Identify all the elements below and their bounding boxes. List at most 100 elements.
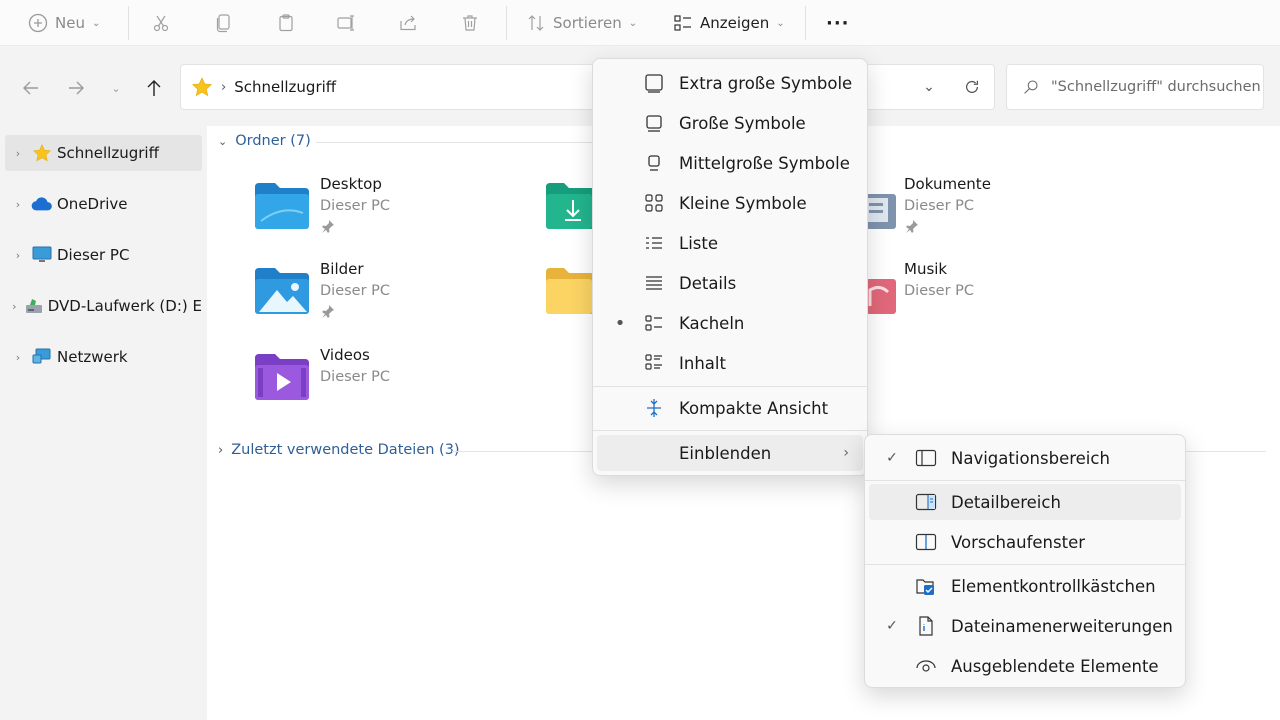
forward-button[interactable] <box>63 76 89 100</box>
refresh-icon <box>965 80 979 93</box>
menu-item-extra-large-icons[interactable]: Extra große Symbole <box>597 65 863 101</box>
sidebar-item-label: Schnellzugriff <box>57 144 159 162</box>
sidebar-item-dieser-pc[interactable]: › Dieser PC <box>5 237 202 273</box>
menu-item-medium-icons[interactable]: Mittelgroße Symbole <box>597 145 863 181</box>
menu-item-label: Elementkontrollkästchen <box>951 576 1156 596</box>
rename-button[interactable] <box>336 8 356 38</box>
new-button[interactable]: Neu ⌄ <box>28 8 100 38</box>
menu-item-label: Einblenden <box>679 443 772 463</box>
menu-item-file-extensions[interactable]: ✓ Dateinamenerweiterungen <box>869 608 1181 644</box>
sidebar-item-dvd-laufwerk[interactable]: › DVD-Laufwerk (D:) E <box>5 288 202 324</box>
folder-tile-bilder[interactable]: Bilder Dieser PC <box>255 260 525 330</box>
menu-item-label: Große Symbole <box>679 113 806 133</box>
sort-button[interactable]: Sortieren ⌄ <box>526 8 637 38</box>
more-options-button[interactable]: ··· <box>826 8 850 38</box>
menu-separator <box>865 564 1185 565</box>
scissors-icon <box>153 15 169 32</box>
group-header-folders[interactable]: ⌄ Ordner (7) <box>218 133 311 149</box>
address-history-button[interactable]: ⌄ <box>916 74 942 100</box>
refresh-button[interactable] <box>959 74 985 100</box>
sidebar-item-schnellzugriff[interactable]: › Schnellzugriff <box>5 135 202 171</box>
network-icon <box>31 347 53 367</box>
small-icons-icon <box>643 192 665 214</box>
search-placeholder: "Schnellzugriff" durchsuchen <box>1051 79 1261 95</box>
menu-item-compact-view[interactable]: Kompakte Ansicht <box>597 390 863 426</box>
chevron-down-icon: ⌄ <box>91 17 101 29</box>
menu-item-details[interactable]: Details <box>597 265 863 301</box>
expand-chevron-icon[interactable]: › <box>5 198 31 211</box>
menu-item-small-icons[interactable]: Kleine Symbole <box>597 185 863 221</box>
menu-item-label: Kompakte Ansicht <box>679 398 829 418</box>
address-bar[interactable]: › Schnellzugriff <box>180 64 995 110</box>
trash-icon <box>463 15 477 31</box>
menu-item-hidden-items[interactable]: Ausgeblendete Elemente <box>869 648 1181 684</box>
content-icon <box>643 352 665 374</box>
group-header-recent[interactable]: › Zuletzt verwendete Dateien (3) <box>218 442 460 458</box>
folder-tile-generic[interactable] <box>546 260 592 330</box>
chevron-down-icon: ⌄ <box>776 17 785 29</box>
breadcrumb-item[interactable]: Schnellzugriff <box>234 78 336 96</box>
menu-item-label: Dateinamenerweiterungen <box>951 616 1173 636</box>
folder-tile-desktop[interactable]: Desktop Dieser PC <box>255 175 525 245</box>
checkmark-icon: ✓ <box>886 450 898 466</box>
folder-tile-videos[interactable]: Videos Dieser PC <box>255 346 525 416</box>
toolbar-divider <box>805 6 806 40</box>
menu-item-list[interactable]: Liste <box>597 225 863 261</box>
view-button-label: Anzeigen <box>700 14 770 32</box>
folder-tile-downloads[interactable] <box>546 175 592 245</box>
menu-item-label: Extra große Symbole <box>679 73 853 93</box>
delete-button[interactable] <box>460 8 480 38</box>
search-input[interactable]: "Schnellzugriff" durchsuchen <box>1006 64 1264 110</box>
sidebar-item-netzwerk[interactable]: › Netzwerk <box>5 339 202 375</box>
compact-view-icon <box>643 397 665 419</box>
folder-name: Videos <box>320 346 370 364</box>
view-button[interactable]: Anzeigen ⌄ <box>673 8 785 38</box>
documents-folder-icon <box>866 194 896 229</box>
star-icon <box>31 143 53 163</box>
share-button[interactable] <box>398 8 418 38</box>
details-icon <box>643 272 665 294</box>
desktop-folder-icon <box>255 183 309 229</box>
list-icon <box>643 232 665 254</box>
arrow-right-icon <box>69 81 84 95</box>
expand-chevron-icon[interactable]: › <box>5 249 31 262</box>
menu-item-preview-pane[interactable]: Vorschaufenster <box>869 524 1181 560</box>
sidebar-item-onedrive[interactable]: › OneDrive <box>5 186 202 222</box>
navigation-pane-icon <box>915 447 937 469</box>
sort-button-label: Sortieren <box>553 14 622 32</box>
menu-item-navigation-pane[interactable]: ✓ Navigationsbereich <box>869 440 1181 476</box>
paste-button[interactable] <box>276 8 296 38</box>
sidebar-item-label: Netzwerk <box>57 348 128 366</box>
back-button[interactable] <box>18 76 44 100</box>
menu-item-label: Vorschaufenster <box>951 532 1085 552</box>
cut-button[interactable] <box>151 8 171 38</box>
folder-tile-dokumente[interactable]: Dokumente Dieser PC <box>866 175 1066 245</box>
menu-item-show[interactable]: Einblenden › <box>597 435 863 471</box>
folder-tile-musik[interactable]: Musik Dieser PC <box>866 260 1066 330</box>
menu-item-tiles[interactable]: • Kacheln <box>597 305 863 341</box>
sidebar-item-label: OneDrive <box>57 195 128 213</box>
cloud-icon <box>31 194 53 214</box>
chevron-down-icon: ⌄ <box>218 134 228 148</box>
toolbar-divider <box>506 6 507 40</box>
chevron-down-icon: ⌄ <box>923 79 935 95</box>
copy-button[interactable] <box>214 8 234 38</box>
item-checkbox-icon <box>915 575 937 597</box>
extra-large-icons-icon <box>643 72 665 94</box>
folder-location: Dieser PC <box>904 198 975 214</box>
videos-folder-icon <box>255 354 309 400</box>
menu-item-large-icons[interactable]: Große Symbole <box>597 105 863 141</box>
menu-item-content[interactable]: Inhalt <box>597 345 863 381</box>
up-button[interactable] <box>141 76 167 100</box>
clipboard-icon <box>279 14 293 32</box>
chevron-down-icon: ⌄ <box>628 17 638 29</box>
menu-item-details-pane[interactable]: Detailbereich <box>869 484 1181 520</box>
file-extension-icon <box>915 615 937 637</box>
expand-chevron-icon[interactable]: › <box>5 351 31 364</box>
expand-chevron-icon[interactable]: › <box>5 300 24 313</box>
menu-item-label: Ausgeblendete Elemente <box>951 656 1159 676</box>
recent-locations-button[interactable]: ⌄ <box>103 76 129 100</box>
group-header-label: Ordner (7) <box>235 133 311 149</box>
expand-chevron-icon[interactable]: › <box>5 147 31 160</box>
menu-item-item-checkboxes[interactable]: Elementkontrollkästchen <box>869 568 1181 604</box>
